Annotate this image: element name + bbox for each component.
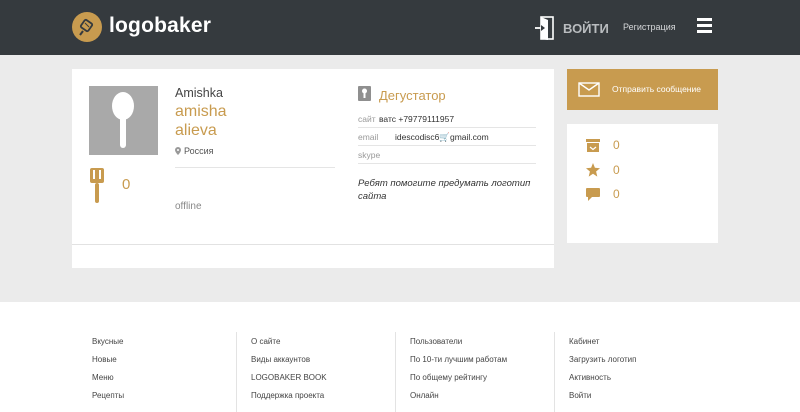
online-status: offline xyxy=(175,201,202,212)
inbox-icon xyxy=(586,138,600,152)
location: Россия xyxy=(175,146,214,156)
info-row-email: email idescodisc6🛒gmail.com xyxy=(358,128,536,146)
footer-link[interactable]: Рецепты xyxy=(92,391,124,400)
stats-panel: 0 0 0 xyxy=(567,124,718,243)
username: Amishka xyxy=(175,86,223,100)
email-value[interactable]: idescodisc6🛒gmail.com xyxy=(395,132,489,143)
card-divider xyxy=(72,244,554,245)
footer-link[interactable]: Загрузить логотип xyxy=(569,355,636,364)
login-label: ВОЙТИ xyxy=(563,20,609,36)
stat-comments-value: 0 xyxy=(613,187,620,201)
footer-link[interactable]: О сайте xyxy=(251,337,280,346)
divider xyxy=(175,167,335,168)
footer-link[interactable]: Новые xyxy=(92,355,117,364)
footer-link[interactable]: Активность xyxy=(569,373,611,382)
skype-label: skype xyxy=(358,150,381,160)
spatula-icon xyxy=(89,168,105,209)
location-label: Россия xyxy=(184,146,214,156)
footer-link[interactable]: Онлайн xyxy=(410,391,439,400)
menu-icon[interactable] xyxy=(697,18,713,34)
footer-column-account: Кабинет Загрузить логотип Активность Вой… xyxy=(554,332,704,412)
site-header: logobaker ВОЙТИ Регистрация xyxy=(0,0,800,55)
stat-stars-value: 0 xyxy=(613,163,620,177)
footer-link[interactable]: Вкусные xyxy=(92,337,123,346)
footer-link[interactable]: Поддержка проекта xyxy=(251,391,324,400)
login-button[interactable]: ВОЙТИ xyxy=(535,16,609,40)
first-name: amisha xyxy=(175,103,227,120)
account-role: Дегустатор xyxy=(379,88,446,103)
footer-link[interactable]: LOGOBAKER BOOK xyxy=(251,373,327,382)
stat-inbox: 0 xyxy=(586,137,620,153)
footer-link[interactable]: Войти xyxy=(569,391,591,400)
location-pin-icon xyxy=(175,147,181,155)
last-name: alieva xyxy=(175,122,217,139)
send-message-button[interactable]: Отправить сообщение xyxy=(567,69,718,110)
logo-icon[interactable] xyxy=(72,12,102,42)
stat-comments: 0 xyxy=(586,186,620,202)
stat-stars: 0 xyxy=(586,162,620,178)
spoon-icon xyxy=(112,92,134,148)
login-icon xyxy=(535,16,554,40)
footer-link[interactable]: Пользователи xyxy=(410,337,462,346)
footer-column-about: О сайте Виды аккаунтов LOGOBAKER BOOK По… xyxy=(236,332,386,412)
about-text: Ребят помогите предумать логотип сайта xyxy=(358,178,531,202)
stat-inbox-value: 0 xyxy=(613,138,620,152)
real-name: amisha alieva xyxy=(175,102,325,140)
email-label: email xyxy=(358,132,379,142)
star-icon xyxy=(586,163,600,177)
footer-link[interactable]: Меню xyxy=(92,373,114,382)
profile-card: Amishka amisha alieva Россия 0 offline Д… xyxy=(72,69,554,268)
footer-link[interactable]: По 10-ти лучшим работам xyxy=(410,355,507,364)
envelope-icon xyxy=(578,82,600,97)
info-row-site: сайт ватс +79779111957 xyxy=(358,110,536,128)
comment-icon xyxy=(586,187,600,201)
logo-text[interactable]: logobaker xyxy=(109,14,211,38)
footer-link[interactable]: По общему рейтингу xyxy=(410,373,487,382)
register-link[interactable]: Регистрация xyxy=(623,22,676,32)
avatar xyxy=(89,86,158,155)
site-label: сайт xyxy=(358,114,376,124)
send-message-label: Отправить сообщение xyxy=(612,84,701,94)
footer-link[interactable]: Виды аккаунтов xyxy=(251,355,310,364)
works-count: 0 xyxy=(122,176,131,193)
footer-link[interactable]: Кабинет xyxy=(569,337,599,346)
keyhole-icon xyxy=(358,86,371,106)
site-footer: Вкусные Новые Меню Рецепты О сайте Виды … xyxy=(0,302,800,412)
footer-column-users: Пользователи По 10-ти лучшим работам По … xyxy=(395,332,545,412)
info-row-skype: skype xyxy=(358,146,536,164)
site-value[interactable]: ватс +79779111957 xyxy=(379,114,454,124)
